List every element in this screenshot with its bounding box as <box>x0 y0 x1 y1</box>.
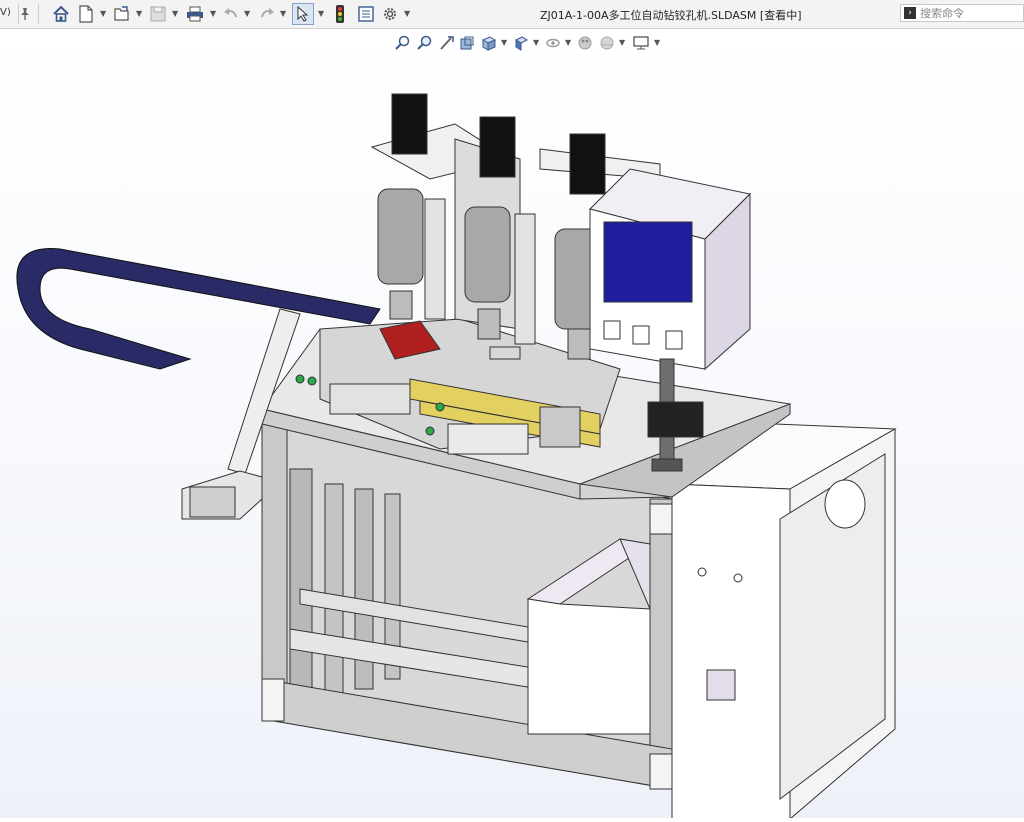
options-gear-icon[interactable] <box>381 3 399 25</box>
save-icon[interactable] <box>149 3 167 25</box>
edit-appearance-icon[interactable] <box>576 32 594 54</box>
hide-show-items-icon[interactable] <box>544 32 562 54</box>
save-dropdown-chevron-icon[interactable]: ▼ <box>172 9 178 18</box>
main-toolbar: V) ▼ ▼ ▼ ▼ ▼ ▼ ▼ ▼ ZJ01A-1-00A多工位自动钻铰孔机.… <box>0 0 1024 29</box>
pin-icon[interactable] <box>17 3 33 25</box>
redo-icon[interactable] <box>258 3 276 25</box>
display-style-icon[interactable] <box>512 32 530 54</box>
redo-dropdown-chevron-icon[interactable]: ▼ <box>280 9 286 18</box>
open-dropdown-chevron-icon[interactable]: ▼ <box>136 9 142 18</box>
file-properties-icon[interactable] <box>357 3 375 25</box>
select-arrow-icon[interactable] <box>292 3 314 25</box>
undo-icon[interactable] <box>222 3 240 25</box>
options-dropdown-chevron-icon[interactable]: ▼ <box>404 9 410 18</box>
search-commands-box[interactable]: › 搜索命令 <box>900 4 1024 22</box>
zoom-to-fit-icon[interactable] <box>394 32 412 54</box>
view-orientation-chevron-icon[interactable]: ▼ <box>501 38 507 47</box>
view-settings-chevron-icon[interactable]: ▼ <box>654 38 660 47</box>
print-dropdown-chevron-icon[interactable]: ▼ <box>210 9 216 18</box>
electric-cabinet <box>670 423 897 821</box>
apply-scene-icon[interactable] <box>598 32 616 54</box>
undo-dropdown-chevron-icon[interactable]: ▼ <box>244 9 250 18</box>
menu-fragment[interactable]: V) <box>0 7 11 18</box>
section-view-icon[interactable] <box>458 32 476 54</box>
new-document-icon[interactable] <box>77 3 95 25</box>
traffic-light-icon[interactable] <box>333 3 347 25</box>
apply-scene-chevron-icon[interactable]: ▼ <box>619 38 625 47</box>
assembly-model[interactable] <box>0 29 1024 821</box>
print-icon[interactable] <box>185 3 205 25</box>
search-input[interactable]: 搜索命令 <box>920 5 964 21</box>
view-settings-icon[interactable] <box>632 32 650 54</box>
hide-show-chevron-icon[interactable]: ▼ <box>565 38 571 47</box>
select-dropdown-chevron-icon[interactable]: ▼ <box>318 9 324 18</box>
divider <box>38 4 39 24</box>
command-prompt-icon: › <box>904 7 916 19</box>
view-orientation-icon[interactable] <box>480 32 498 54</box>
window-title: ZJ01A-1-00A多工位自动钻铰孔机.SLDASM [查看中] <box>540 9 802 22</box>
display-style-chevron-icon[interactable]: ▼ <box>533 38 539 47</box>
open-folder-icon[interactable] <box>112 3 132 25</box>
previous-view-icon[interactable] <box>438 32 456 54</box>
home-icon[interactable] <box>51 3 71 25</box>
zoom-to-area-icon[interactable] <box>416 32 434 54</box>
graphics-viewport[interactable] <box>0 29 1024 821</box>
new-dropdown-chevron-icon[interactable]: ▼ <box>100 9 106 18</box>
